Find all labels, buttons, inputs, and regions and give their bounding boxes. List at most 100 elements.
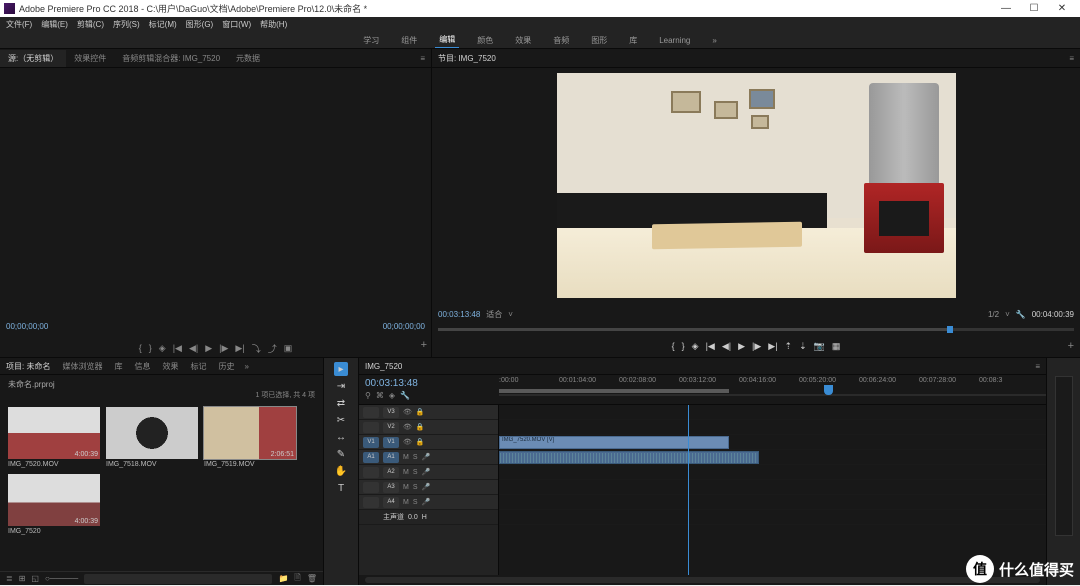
razor-tool-icon[interactable]: ✂ <box>334 413 348 427</box>
timeline-playhead-tc[interactable]: 00:03:13:48 <box>365 378 493 389</box>
track-header[interactable]: A2MS🎤 <box>359 465 498 480</box>
project-search-input[interactable] <box>84 574 272 584</box>
hand-tool-icon[interactable]: ✋ <box>334 464 348 478</box>
master-track-header[interactable]: 主声道0.0H <box>359 510 498 525</box>
goto-out-icon[interactable]: ▶| <box>768 341 777 352</box>
panel-menu-icon[interactable]: ≡ <box>1035 362 1040 371</box>
workspace-overflow-icon[interactable]: » <box>708 34 720 47</box>
timeline-ruler[interactable]: :00:00 00:01:04:00 00:02:08:00 00:03:12:… <box>499 375 1046 404</box>
marker-icon[interactable]: ◈ <box>389 391 395 400</box>
menu-help[interactable]: 帮助(H) <box>260 19 287 30</box>
panel-menu-icon[interactable]: ≡ <box>1069 54 1074 63</box>
icon-view-icon[interactable]: ⊞ <box>19 574 26 583</box>
bin-item[interactable]: 4:00:39 IMG_7520.MOV <box>8 407 100 468</box>
program-monitor[interactable] <box>432 68 1080 303</box>
overwrite-icon[interactable]: ⤴ <box>268 342 277 355</box>
audio-clip[interactable] <box>499 451 759 464</box>
playhead-handle[interactable] <box>824 385 833 395</box>
track-header[interactable]: A4MS🎤 <box>359 495 498 510</box>
program-zoom[interactable]: 1/2 <box>988 310 999 319</box>
lift-icon[interactable]: ⇡ <box>785 341 793 352</box>
libraries-tab[interactable]: 库 <box>108 358 128 375</box>
selection-tool-icon[interactable]: ▸ <box>334 362 348 376</box>
maximize-button[interactable]: ☐ <box>1020 0 1048 17</box>
minimize-button[interactable]: — <box>992 0 1020 17</box>
track-header[interactable]: V3👁🔒 <box>359 405 498 420</box>
workspace-tab[interactable]: 库 <box>625 33 641 48</box>
close-button[interactable]: ✕ <box>1048 0 1076 17</box>
menu-file[interactable]: 文件(F) <box>6 19 32 30</box>
workspace-tab-active[interactable]: 编辑 <box>435 32 459 48</box>
goto-out-icon[interactable]: ▶| <box>235 343 244 354</box>
menu-markers[interactable]: 标记(M) <box>149 19 177 30</box>
step-fwd-icon[interactable]: |▶ <box>219 343 228 354</box>
linked-selection-icon[interactable]: ⌘ <box>376 391 384 400</box>
new-item-icon[interactable]: 🗎 <box>294 572 300 586</box>
add-button-icon[interactable]: + <box>421 339 427 351</box>
settings-icon[interactable]: 🔧 <box>400 391 410 400</box>
bin-item[interactable]: 2:06:51 IMG_7519.MOV <box>204 407 296 468</box>
metadata-tab[interactable]: 元数据 <box>228 50 268 67</box>
workspace-tab[interactable]: 音频 <box>549 33 573 48</box>
track-header[interactable]: A1A1MS🎤 <box>359 450 498 465</box>
menu-graphics[interactable]: 图形(G) <box>186 19 214 30</box>
mark-in-icon[interactable]: { <box>672 341 675 351</box>
menu-sequence[interactable]: 序列(S) <box>113 19 140 30</box>
play-icon[interactable]: ▶ <box>738 341 745 352</box>
track-header[interactable]: V2👁🔒 <box>359 420 498 435</box>
audiomixer-tab[interactable]: 音频剪辑混合器: IMG_7520 <box>114 50 228 67</box>
source-tab[interactable]: 源:（无剪辑） <box>0 50 66 67</box>
marker-icon[interactable]: ◈ <box>692 341 699 352</box>
pen-tool-icon[interactable]: ✎ <box>334 447 348 461</box>
marker-icon[interactable]: ◈ <box>159 343 166 354</box>
markers-tab[interactable]: 标记 <box>184 358 212 375</box>
effectcontrols-tab[interactable]: 效果控件 <box>66 50 114 67</box>
slip-tool-icon[interactable]: ↔ <box>334 430 348 444</box>
freeform-view-icon[interactable]: ◱ <box>31 574 39 583</box>
menu-edit[interactable]: 编辑(E) <box>41 19 68 30</box>
tabs-overflow-icon[interactable]: » <box>240 362 252 371</box>
menu-window[interactable]: 窗口(W) <box>222 19 251 30</box>
workspace-tab[interactable]: 图形 <box>587 33 611 48</box>
workspace-tab[interactable]: 学习 <box>359 33 383 48</box>
scrubber-handle[interactable] <box>947 326 953 333</box>
mark-in-icon[interactable]: { <box>139 343 142 353</box>
goto-in-icon[interactable]: |◀ <box>173 343 182 354</box>
export-frame-icon[interactable]: 📷 <box>814 341 825 352</box>
zoom-slider[interactable]: ○───── <box>45 574 78 583</box>
goto-in-icon[interactable]: |◀ <box>706 341 715 352</box>
bin-item[interactable]: 12:02 IMG_7518.MOV <box>106 407 198 468</box>
type-tool-icon[interactable]: T <box>334 481 348 495</box>
menu-clip[interactable]: 剪辑(C) <box>77 19 104 30</box>
step-back-icon[interactable]: ◀| <box>722 341 731 352</box>
snap-icon[interactable]: ⚲ <box>365 391 371 400</box>
workspace-tab[interactable]: 效果 <box>511 33 535 48</box>
workspace-tab[interactable]: 颜色 <box>473 33 497 48</box>
mark-out-icon[interactable]: } <box>682 341 685 351</box>
info-tab[interactable]: 信息 <box>128 358 156 375</box>
project-tab[interactable]: 项目: 未命名 <box>0 358 56 375</box>
history-tab[interactable]: 历史 <box>212 358 240 375</box>
bin-item[interactable]: 4:00:39 IMG_7520 <box>8 474 100 535</box>
program-scrubber[interactable] <box>432 325 1080 335</box>
play-icon[interactable]: ▶ <box>205 343 212 354</box>
insert-icon[interactable]: ⤵ <box>252 342 261 355</box>
step-back-icon[interactable]: ◀| <box>189 343 198 354</box>
compare-icon[interactable]: ▦ <box>832 341 841 352</box>
workspace-tab[interactable]: 组件 <box>397 33 421 48</box>
panel-menu-icon[interactable]: ≡ <box>414 54 431 63</box>
step-fwd-icon[interactable]: |▶ <box>752 341 761 352</box>
sequence-name[interactable]: IMG_7520 <box>365 362 402 371</box>
mediabrowser-tab[interactable]: 媒体浏览器 <box>56 358 108 375</box>
extract-icon[interactable]: ⇣ <box>799 341 807 352</box>
timeline-track-area[interactable]: IMG_7520.MOV [V] <box>499 405 1046 575</box>
settings-icon[interactable]: 🔧 <box>1016 310 1026 319</box>
new-bin-icon[interactable]: 📁 <box>278 574 288 583</box>
add-button-icon[interactable]: + <box>1068 340 1074 352</box>
source-tc-in[interactable]: 00;00;00;00 <box>6 322 48 331</box>
track-header[interactable]: V1V1👁🔒 <box>359 435 498 450</box>
effects-tab[interactable]: 效果 <box>156 358 184 375</box>
workspace-tab[interactable]: Learning <box>655 34 694 47</box>
video-clip[interactable]: IMG_7520.MOV [V] <box>499 436 729 449</box>
timeline-zoom-scrollbar[interactable] <box>359 575 1046 585</box>
